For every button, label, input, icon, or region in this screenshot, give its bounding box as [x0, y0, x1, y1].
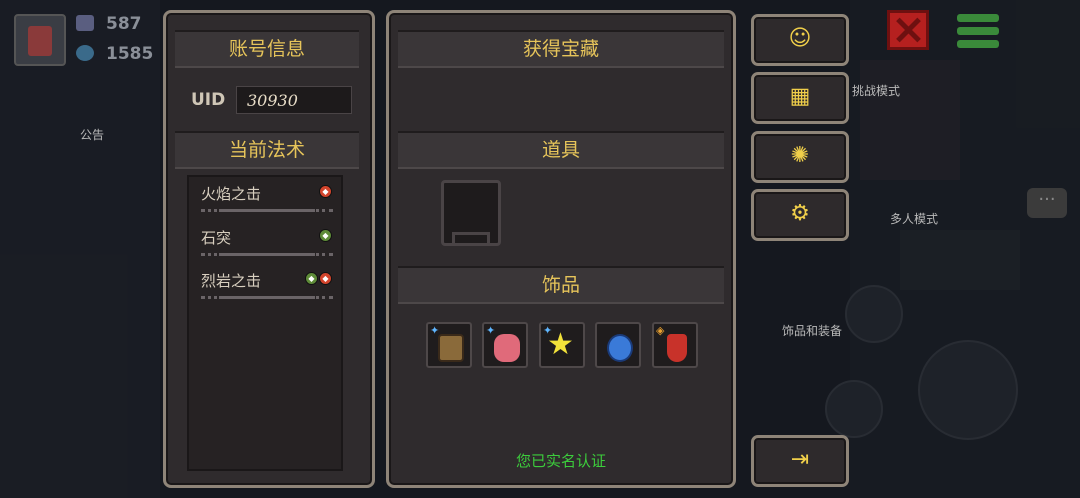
- blue-gem-icon: [607, 334, 633, 362]
- accessory-slot[interactable]: ◈: [652, 322, 698, 368]
- coin-counter: 1585: [76, 44, 153, 64]
- earth-element-icon: ◆: [305, 272, 318, 285]
- accessories-gear-label[interactable]: 饰品和装备: [782, 322, 842, 339]
- spell-item[interactable]: 火焰之击 ◆: [201, 183, 333, 223]
- gem-counter: 587: [76, 14, 142, 34]
- spell-list: 火焰之击 ◆ 石突 ◆ 烈岩之击 ◆ ◆: [187, 175, 343, 471]
- accessory-slot[interactable]: [595, 322, 641, 368]
- challenge-mode-label[interactable]: 挑战模式: [852, 82, 900, 99]
- red-potion-icon: [667, 334, 687, 362]
- meat-icon: [494, 334, 520, 362]
- settings-button[interactable]: ⚙: [751, 189, 849, 241]
- accessory-slot[interactable]: ✦: [426, 322, 472, 368]
- spell-name: 火焰之击: [201, 185, 262, 203]
- accessory-slot[interactable]: ✦ ★: [539, 322, 585, 368]
- gem-icon: [76, 15, 94, 31]
- real-name-verified-text: 您已实名认证: [515, 452, 606, 470]
- accessory-slot[interactable]: ✦: [482, 322, 528, 368]
- account-info-title: 账号信息: [175, 30, 359, 68]
- earth-element-icon: ◆: [319, 229, 332, 242]
- logout-icon: ⇥: [790, 447, 810, 472]
- spell-name: 石突: [201, 229, 232, 247]
- treasure-title: 获得宝藏: [398, 30, 724, 68]
- divider: [201, 296, 333, 302]
- support-icon: ☺: [788, 26, 812, 51]
- settings-icon: ⚙: [790, 201, 810, 226]
- logout-button[interactable]: ⇥: [751, 435, 849, 487]
- item-slot-empty[interactable]: [441, 180, 501, 246]
- treasure-panel: [386, 10, 736, 488]
- coin-count: 1585: [106, 44, 154, 64]
- spell-item[interactable]: 石突 ◆: [201, 227, 333, 267]
- accessories-title: 饰品: [398, 266, 724, 304]
- chat-icon[interactable]: ···: [1027, 188, 1067, 218]
- current-spells-title: 当前法术: [175, 131, 359, 169]
- divider: [201, 253, 333, 259]
- fire-element-icon: ◆: [319, 185, 332, 198]
- bug-report-button[interactable]: ✺: [751, 131, 849, 183]
- items-title: 道具: [398, 131, 724, 169]
- scroll-icon: [438, 334, 464, 362]
- player-avatar[interactable]: [14, 14, 66, 66]
- bug-icon: ✺: [790, 143, 810, 168]
- spell-item[interactable]: 烈岩之击 ◆ ◆: [201, 270, 333, 310]
- uid-label: UID: [191, 90, 226, 110]
- spell-name: 烈岩之击: [201, 272, 262, 290]
- close-icon[interactable]: [887, 10, 929, 50]
- uid-value: 30930: [236, 86, 352, 114]
- notice-label[interactable]: 公告: [80, 126, 104, 143]
- coin-icon: [76, 45, 94, 61]
- fire-element-icon: ◆: [319, 272, 332, 285]
- support-button[interactable]: ☺: [751, 14, 849, 66]
- gift-button[interactable]: ▦: [751, 72, 849, 124]
- gift-icon: ▦: [789, 84, 811, 109]
- divider: [201, 209, 333, 215]
- multiplayer-mode-label[interactable]: 多人模式: [890, 210, 938, 227]
- gem-count: 587: [106, 14, 142, 34]
- star-icon: ★: [547, 327, 574, 362]
- menu-icon[interactable]: [957, 14, 999, 54]
